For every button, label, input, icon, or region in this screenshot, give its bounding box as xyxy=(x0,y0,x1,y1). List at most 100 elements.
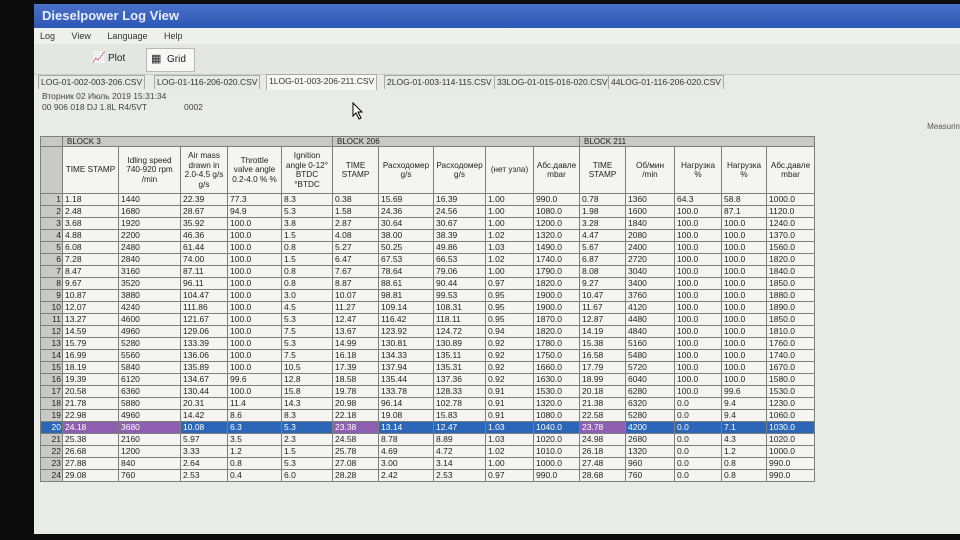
table-cell[interactable]: 1560.0 xyxy=(766,241,815,254)
table-cell[interactable]: 124.72 xyxy=(433,325,486,338)
table-cell[interactable]: 135.31 xyxy=(433,361,486,374)
table-cell[interactable]: 100.0 xyxy=(227,337,282,350)
table-cell[interactable]: 2.48 xyxy=(62,205,119,218)
table-cell[interactable]: 12.47 xyxy=(433,421,486,434)
table-cell[interactable]: 7.5 xyxy=(281,349,333,362)
table-cell[interactable]: 4.47 xyxy=(579,229,626,242)
table-cell[interactable]: 9.67 xyxy=(62,277,119,290)
table-cell[interactable]: 100.0 xyxy=(674,289,722,302)
table-cell[interactable]: 3.5 xyxy=(227,433,282,446)
table-cell[interactable]: 87.1 xyxy=(721,205,767,218)
table-cell[interactable]: 5.3 xyxy=(281,421,333,434)
table-cell[interactable]: 18.58 xyxy=(332,373,379,386)
table-cell[interactable]: 2480 xyxy=(118,241,181,254)
table-cell[interactable]: 25.38 xyxy=(62,433,119,446)
table-cell[interactable]: 109.14 xyxy=(378,301,434,314)
table-cell[interactable]: 0.92 xyxy=(485,373,534,386)
table-cell[interactable]: 1.5 xyxy=(281,445,333,458)
table-cell[interactable]: 74.00 xyxy=(180,253,228,266)
table-cell[interactable]: 1890.0 xyxy=(766,301,815,314)
table-cell[interactable]: 24.98 xyxy=(579,433,626,446)
table-cell[interactable]: 100.0 xyxy=(674,373,722,386)
table-cell[interactable]: 2.3 xyxy=(281,433,333,446)
table-cell[interactable]: 100.0 xyxy=(227,349,282,362)
table-cell[interactable]: 98.81 xyxy=(378,289,434,302)
column-header[interactable]: Расходомер g/s xyxy=(378,146,434,194)
table-row[interactable]: 6 7.28 2840 74.00 100.0 1.5 6.47 67.53 66.53 1.02… xyxy=(40,253,815,266)
table-cell[interactable]: 1.00 xyxy=(485,217,534,230)
table-cell[interactable]: 0.8 xyxy=(281,265,333,278)
table-cell[interactable]: 100.0 xyxy=(674,205,722,218)
table-cell[interactable]: 5720 xyxy=(625,361,675,374)
table-cell[interactable]: 0.8 xyxy=(227,457,282,470)
table-cell[interactable]: 35.92 xyxy=(180,217,228,230)
column-header[interactable]: Абс.давле mbar xyxy=(766,146,815,194)
table-cell[interactable]: 38.39 xyxy=(433,229,486,242)
table-row[interactable]: 18 21.78 5880 20.31 11.4 14.3 20.98 96.14 102.78… xyxy=(40,397,815,410)
table-cell[interactable]: 1010.0 xyxy=(533,445,580,458)
table-cell[interactable]: 100.0 xyxy=(227,217,282,230)
table-cell[interactable]: 17.39 xyxy=(332,361,379,374)
table-cell[interactable]: 24.58 xyxy=(332,433,379,446)
table-cell[interactable]: 1.98 xyxy=(579,205,626,218)
table-cell[interactable]: 100.0 xyxy=(227,241,282,254)
table-cell[interactable]: 1790.0 xyxy=(533,265,580,278)
table-cell[interactable]: 100.0 xyxy=(674,349,722,362)
table-cell[interactable]: 6.08 xyxy=(62,241,119,254)
table-cell[interactable]: 15.8 xyxy=(281,385,333,398)
table-cell[interactable]: 12.07 xyxy=(62,301,119,314)
table-cell[interactable]: 0.0 xyxy=(674,421,722,434)
table-cell[interactable]: 12.87 xyxy=(579,313,626,326)
table-cell[interactable]: 840 xyxy=(118,457,181,470)
column-header[interactable]: Нагрузка % xyxy=(674,146,722,194)
table-cell[interactable]: 134.33 xyxy=(378,349,434,362)
table-cell[interactable]: 5840 xyxy=(118,361,181,374)
table-cell[interactable]: 100.0 xyxy=(721,229,767,242)
table-cell[interactable]: 5.3 xyxy=(281,457,333,470)
table-row[interactable]: 13 15.79 5280 133.39 100.0 5.3 14.99 130.81 130.… xyxy=(40,337,815,350)
table-cell[interactable]: 100.0 xyxy=(227,277,282,290)
table-cell[interactable]: 990.0 xyxy=(766,469,815,482)
table-row[interactable]: 8 9.67 3520 96.11 100.0 0.8 8.87 88.61 90.44 0.97… xyxy=(40,277,815,290)
table-cell[interactable]: 0.0 xyxy=(674,409,722,422)
table-cell[interactable]: 1.02 xyxy=(485,253,534,266)
table-cell[interactable]: 1320.0 xyxy=(533,397,580,410)
table-row[interactable]: 1 1.18 1440 22.39 77.3 8.3 0.38 15.69 16.39 1.00 9… xyxy=(40,193,815,206)
table-cell[interactable]: 6.47 xyxy=(332,253,379,266)
column-header[interactable]: Air mass drawn in 2.0-4.5 g/s g/s xyxy=(180,146,228,194)
table-cell[interactable]: 96.14 xyxy=(378,397,434,410)
table-cell[interactable]: 5.3 xyxy=(281,313,333,326)
table-cell[interactable]: 1.5 xyxy=(281,253,333,266)
table-cell[interactable]: 15.69 xyxy=(378,193,434,206)
table-cell[interactable]: 1900.0 xyxy=(533,301,580,314)
table-cell[interactable]: 8.89 xyxy=(433,433,486,446)
table-cell[interactable]: 5480 xyxy=(625,349,675,362)
table-cell[interactable]: 1760.0 xyxy=(766,337,815,350)
table-cell[interactable]: 0.8 xyxy=(721,457,767,470)
table-cell[interactable]: 11.4 xyxy=(227,397,282,410)
column-header[interactable]: TIME STAMP xyxy=(332,146,379,194)
tab-file-6[interactable]: 44LOG-01-116-206-020.CSV xyxy=(608,75,724,89)
table-cell[interactable]: 24.56 xyxy=(433,205,486,218)
table-cell[interactable]: 0.97 xyxy=(485,469,534,482)
table-cell[interactable]: 1080.0 xyxy=(533,409,580,422)
tab-file-3[interactable]: 1LOG-01-003-206-211.CSV xyxy=(266,74,378,90)
table-cell[interactable]: 3.0 xyxy=(281,289,333,302)
table-cell[interactable]: 22.18 xyxy=(332,409,379,422)
table-cell[interactable]: 0.94 xyxy=(485,325,534,338)
table-cell[interactable]: 5.3 xyxy=(281,205,333,218)
table-cell[interactable]: 6.0 xyxy=(281,469,333,482)
table-cell[interactable]: 4120 xyxy=(625,301,675,314)
table-row[interactable]: 3 3.68 1920 35.92 100.0 3.8 2.87 30.64 30.67 1.00… xyxy=(40,217,815,230)
table-cell[interactable]: 2720 xyxy=(625,253,675,266)
table-cell[interactable]: 30.67 xyxy=(433,217,486,230)
table-cell[interactable]: 0.97 xyxy=(485,277,534,290)
table-cell[interactable]: 3.14 xyxy=(433,457,486,470)
table-cell[interactable]: 18.99 xyxy=(579,373,626,386)
table-cell[interactable]: 20.58 xyxy=(62,385,119,398)
table-cell[interactable]: 50.25 xyxy=(378,241,434,254)
table-cell[interactable]: 96.11 xyxy=(180,277,228,290)
plot-button[interactable]: 📈 Plot xyxy=(88,48,133,70)
table-cell[interactable]: 1850.0 xyxy=(766,313,815,326)
table-cell[interactable]: 99.6 xyxy=(227,373,282,386)
